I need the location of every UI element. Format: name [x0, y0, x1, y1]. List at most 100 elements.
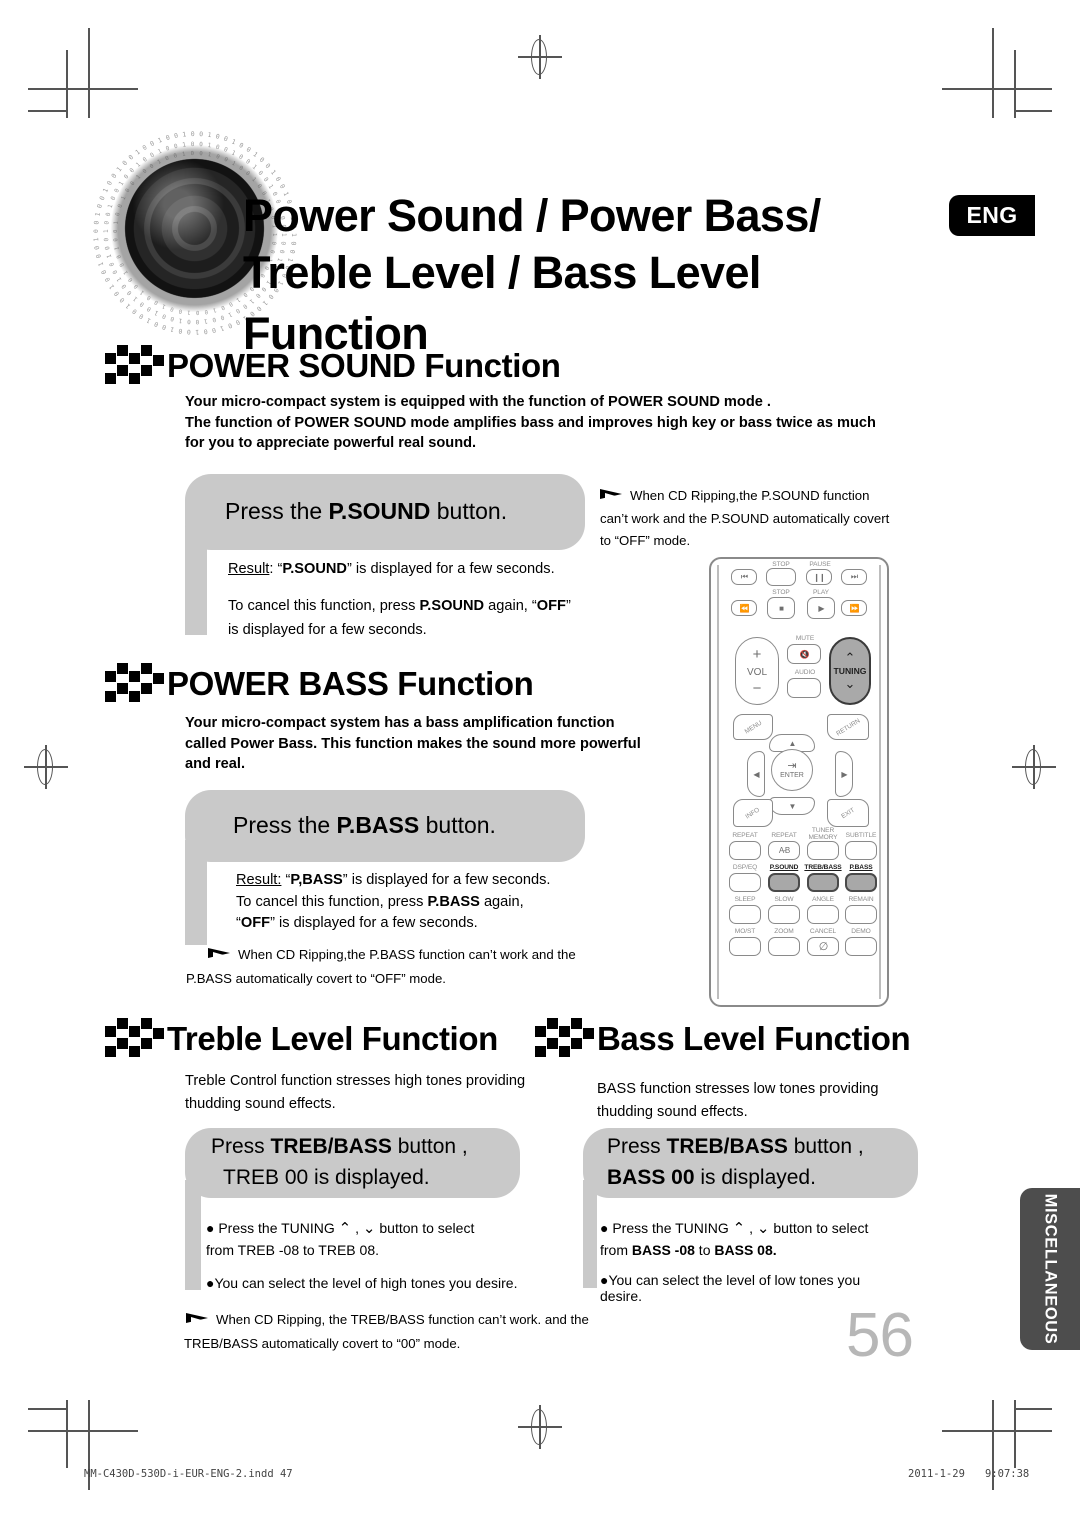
power-bass-note: When CD Ripping,the P.BASS function can’… — [186, 943, 638, 990]
arrow-left-icon: ◀ — [753, 769, 759, 779]
power-sound-intro: Your micro-compact system is equipped wi… — [185, 392, 915, 454]
remote-button-angle[interactable] — [807, 905, 839, 924]
remote-label-treb-bass: TREB/BASS — [804, 864, 842, 871]
footer-date: 2011-1-29 — [908, 1468, 965, 1480]
next-icon: ⏭ — [850, 572, 858, 581]
remote-label-angle: ANGLE — [812, 896, 834, 903]
power-bass-intro-line1: Your micro-compact system has a bass amp… — [185, 715, 615, 731]
remote-label-pause-top: PAUSE — [809, 561, 831, 568]
power-sound-cancel-line2: is displayed for a few seconds. — [228, 621, 427, 638]
language-badge-label: ENG — [966, 202, 1018, 228]
remote-button-moist[interactable] — [729, 937, 761, 956]
checker-dots-icon — [535, 1018, 597, 1060]
remote-button-zoom[interactable] — [768, 937, 800, 956]
remote-button-enter[interactable]: ⇥ ENTER — [771, 749, 813, 791]
bass-callout-line1: Press TREB/BASS button , — [607, 1135, 864, 1159]
treble-bass-note-line2: TREB/BASS automatically covert to “00” m… — [184, 1335, 461, 1351]
manual-page: 1001001001001001001001001001001001001001… — [0, 0, 1080, 1527]
enter-icon: ⇥ — [787, 760, 797, 772]
remote-label-remain: REMAIN — [848, 896, 874, 903]
power-sound-note-line2: can’t work and the P.SOUND automatically… — [600, 510, 890, 526]
section-heading-power-sound-label: POWER SOUND Function — [167, 347, 561, 384]
mute-icon: 🔇 — [799, 649, 810, 659]
power-sound-callout: Press the P.SOUND button. — [185, 474, 585, 550]
remote-button-repeat-ab[interactable]: A-B — [768, 841, 800, 860]
remote-button-rewind[interactable]: ⏪ — [731, 600, 757, 616]
power-bass-result-line: Result: “P,BASS” is displayed for a few … — [236, 872, 551, 888]
remote-button-subtitle[interactable] — [845, 841, 877, 860]
power-sound-cancel: To cancel this function, press P.SOUND a… — [228, 595, 668, 642]
remote-button-down[interactable]: ▼ — [769, 797, 815, 815]
remote-button-forward[interactable]: ⏩ — [841, 600, 867, 616]
treble-bullet1-line1: ● Press the TUNING ⌃ , ⌄ button to selec… — [206, 1220, 475, 1237]
bass-level-intro-line1: BASS function stresses low tones providi… — [597, 1081, 879, 1097]
language-badge: ENG — [949, 195, 1035, 236]
tuning-down-icon: ⌄ — [362, 1220, 376, 1237]
remote-tuning-rocker[interactable]: ⌃ TUNING ⌄ — [829, 637, 871, 705]
section-heading-power-bass: POWER BASS Function — [105, 663, 534, 705]
remote-button-cancel[interactable]: ∅ — [807, 937, 839, 956]
footer-filename: MM-C430D-530D-i-EUR-ENG-2.indd 47 — [84, 1468, 293, 1480]
power-bass-intro: Your micro-compact system has a bass amp… — [185, 713, 685, 775]
remote-label-p-sound: P.SOUND — [769, 864, 799, 871]
power-bass-off-line: “OFF” is displayed for a few seconds. — [236, 915, 478, 932]
bass-bullet1-line1: ● Press the TUNING ⌃ , ⌄ button to selec… — [600, 1220, 869, 1237]
remote-button-prev[interactable]: ⏮ — [731, 569, 757, 585]
remote-button-menu[interactable]: MENU — [733, 714, 773, 740]
play-icon: ▶ — [818, 603, 824, 613]
remote-button-p-bass[interactable] — [845, 873, 877, 892]
remote-button-treb-bass[interactable] — [807, 873, 839, 892]
arrow-up-icon: ▲ — [788, 738, 797, 748]
remote-button-remain[interactable] — [845, 905, 877, 924]
power-bass-intro-line2: called Power Bass. This function makes t… — [185, 735, 641, 752]
remote-button-dsp-eq[interactable] — [729, 873, 761, 892]
treble-bass-note: When CD Ripping, the TREB/BASS function … — [184, 1308, 616, 1355]
remote-button-stop-top[interactable] — [766, 568, 796, 586]
registration-mark-top — [518, 35, 562, 79]
remote-button-p-sound[interactable] — [768, 873, 800, 892]
stop-icon: ■ — [779, 603, 784, 613]
treble-bullets: ● Press the TUNING ⌃ , ⌄ button to selec… — [206, 1218, 556, 1294]
remote-label-enter: ENTER — [780, 772, 804, 779]
remote-label-vol: VOL — [746, 667, 768, 678]
remote-button-repeat[interactable] — [729, 841, 761, 860]
remote-button-pause[interactable]: ❙❙ — [806, 569, 832, 585]
power-bass-callout: Press the P.BASS button. — [185, 790, 585, 862]
power-sound-result-line: Result: “P.SOUND” is displayed for a few… — [228, 561, 555, 577]
remote-button-stop[interactable]: ■ — [767, 597, 795, 619]
remote-button-audio[interactable] — [787, 678, 821, 698]
remote-button-demo[interactable] — [845, 937, 877, 956]
remote-button-play[interactable]: ▶ — [807, 597, 835, 619]
remote-button-tuner-memory[interactable] — [807, 841, 839, 860]
volume-down-icon: − — [752, 680, 762, 697]
crop-mark-top-left — [28, 28, 138, 118]
remote-button-left[interactable]: ◀ — [747, 751, 765, 797]
remote-button-sleep[interactable] — [729, 905, 761, 924]
remote-volume-rocker[interactable]: + VOL − — [735, 637, 779, 705]
treble-level-intro-line2: thudding sound effects. — [185, 1096, 336, 1113]
cancel-icon: ∅ — [818, 941, 829, 953]
bleed-mark-left — [24, 745, 68, 789]
remote-label-cancel: CANCEL — [809, 928, 837, 935]
bass-callout-bar — [583, 1180, 597, 1288]
remote-rail-left — [717, 565, 719, 999]
remote-label-zoom: ZOOM — [774, 928, 794, 935]
volume-up-icon: + — [752, 646, 762, 663]
remote-button-info[interactable]: INFO — [733, 799, 773, 827]
remote-label-play: PLAY — [813, 589, 829, 596]
remote-label-tuner: TUNER — [811, 827, 835, 834]
remote-button-slow[interactable] — [768, 905, 800, 924]
tuning-down-icon: ⌄ — [756, 1220, 770, 1237]
section-heading-power-sound: POWER SOUND Function — [105, 345, 561, 387]
remote-button-right[interactable]: ▶ — [835, 751, 853, 797]
bass-bullet1-line2: from BASS -08 to BASS 08. — [600, 1242, 777, 1259]
remote-label-info: INFO — [744, 805, 762, 821]
checker-dots-icon — [105, 663, 167, 705]
treble-bullet2: ●You can select the level of high tones … — [206, 1274, 518, 1291]
remote-button-exit[interactable]: EXIT — [827, 799, 869, 827]
remote-button-next[interactable]: ⏭ — [841, 569, 867, 585]
remote-button-mute[interactable]: 🔇 — [787, 644, 821, 664]
power-sound-intro-line3: for you to appreciate powerful real soun… — [185, 435, 477, 452]
checker-dots-icon — [105, 1018, 167, 1060]
remote-button-return[interactable]: RETURN — [827, 714, 869, 740]
